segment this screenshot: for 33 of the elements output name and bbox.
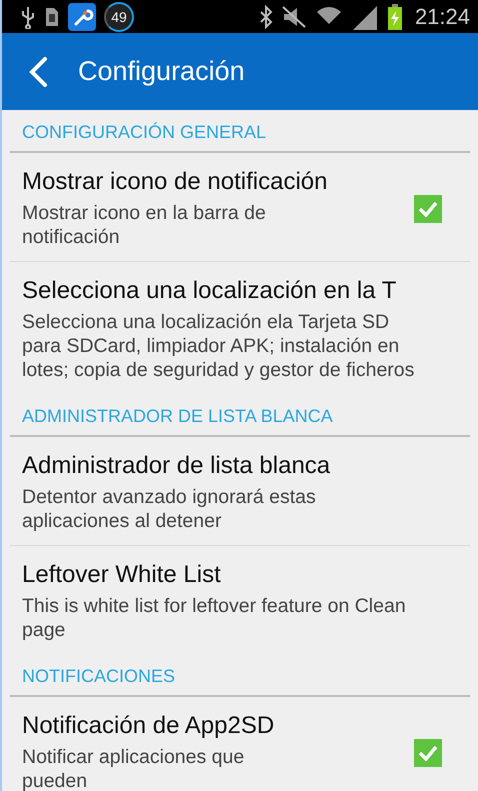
mute-icon	[280, 4, 307, 28]
check-icon	[418, 200, 438, 216]
preference-summary: Selecciona una localización ela Tarjeta SD para SDCard, limpiador APK; instalación en lotes; copia de seguridad y gestor de ficheros	[22, 310, 416, 382]
section-header: ADMINISTRADOR DE LISTA BLANCA	[21, 405, 334, 428]
preference-summary: Notificar aplicaciones que pueden	[22, 745, 246, 791]
preference-title: Leftover White List	[22, 561, 222, 589]
preference-item[interactable]: Notificación de App2SD Notificar aplicaciones que pueden	[10, 697, 470, 791]
usb-icon	[20, 4, 36, 28]
section-header: NOTIFICACIONES	[21, 665, 176, 688]
preference-item[interactable]: Selecciona una localización en la T Selecciona una localización ela Tarjeta SD para SDCard, limpiador APK; instalación en lotes; copia de seguridad y gestor de ficheros	[10, 262, 470, 394]
sd-card-icon	[44, 6, 60, 28]
check-icon	[418, 744, 438, 760]
preference-summary: Detentor avanzado ignorará estas aplicaciones al detener	[22, 485, 317, 533]
checkbox[interactable]	[414, 194, 442, 222]
signal-icon	[350, 4, 379, 30]
preference-summary: Mostrar icono en la barra de notificación	[22, 201, 267, 249]
section-header: CONFIGURACIÓN GENERAL	[21, 121, 268, 144]
preference-title: Notificación de App2SD	[22, 712, 276, 740]
preference-title: Administrador de lista blanca	[22, 452, 332, 480]
screen-title: Configuración	[78, 56, 245, 87]
wrench-icon	[68, 2, 96, 30]
preference-summary: This is white list for leftover feature on Clean page	[22, 594, 407, 642]
bluetooth-icon	[258, 4, 273, 28]
checkbox[interactable]	[414, 738, 442, 766]
notification-badge: 49	[104, 2, 134, 32]
clock: 21:24	[414, 4, 470, 30]
preference-item[interactable]: Mostrar icono de notificación Mostrar icono en la barra de notificación	[10, 153, 470, 261]
preference-title: Selecciona una localización en la T	[22, 277, 398, 305]
back-icon[interactable]	[28, 56, 48, 88]
battery-icon	[386, 4, 403, 30]
preference-title: Mostrar icono de notificación	[22, 168, 328, 196]
preference-item[interactable]: Administrador de lista blanca Detentor avanzado ignorará estas aplicaciones al detener	[10, 437, 470, 545]
preference-item[interactable]: Leftover White List This is white list for leftover feature on Clean page	[10, 546, 470, 654]
